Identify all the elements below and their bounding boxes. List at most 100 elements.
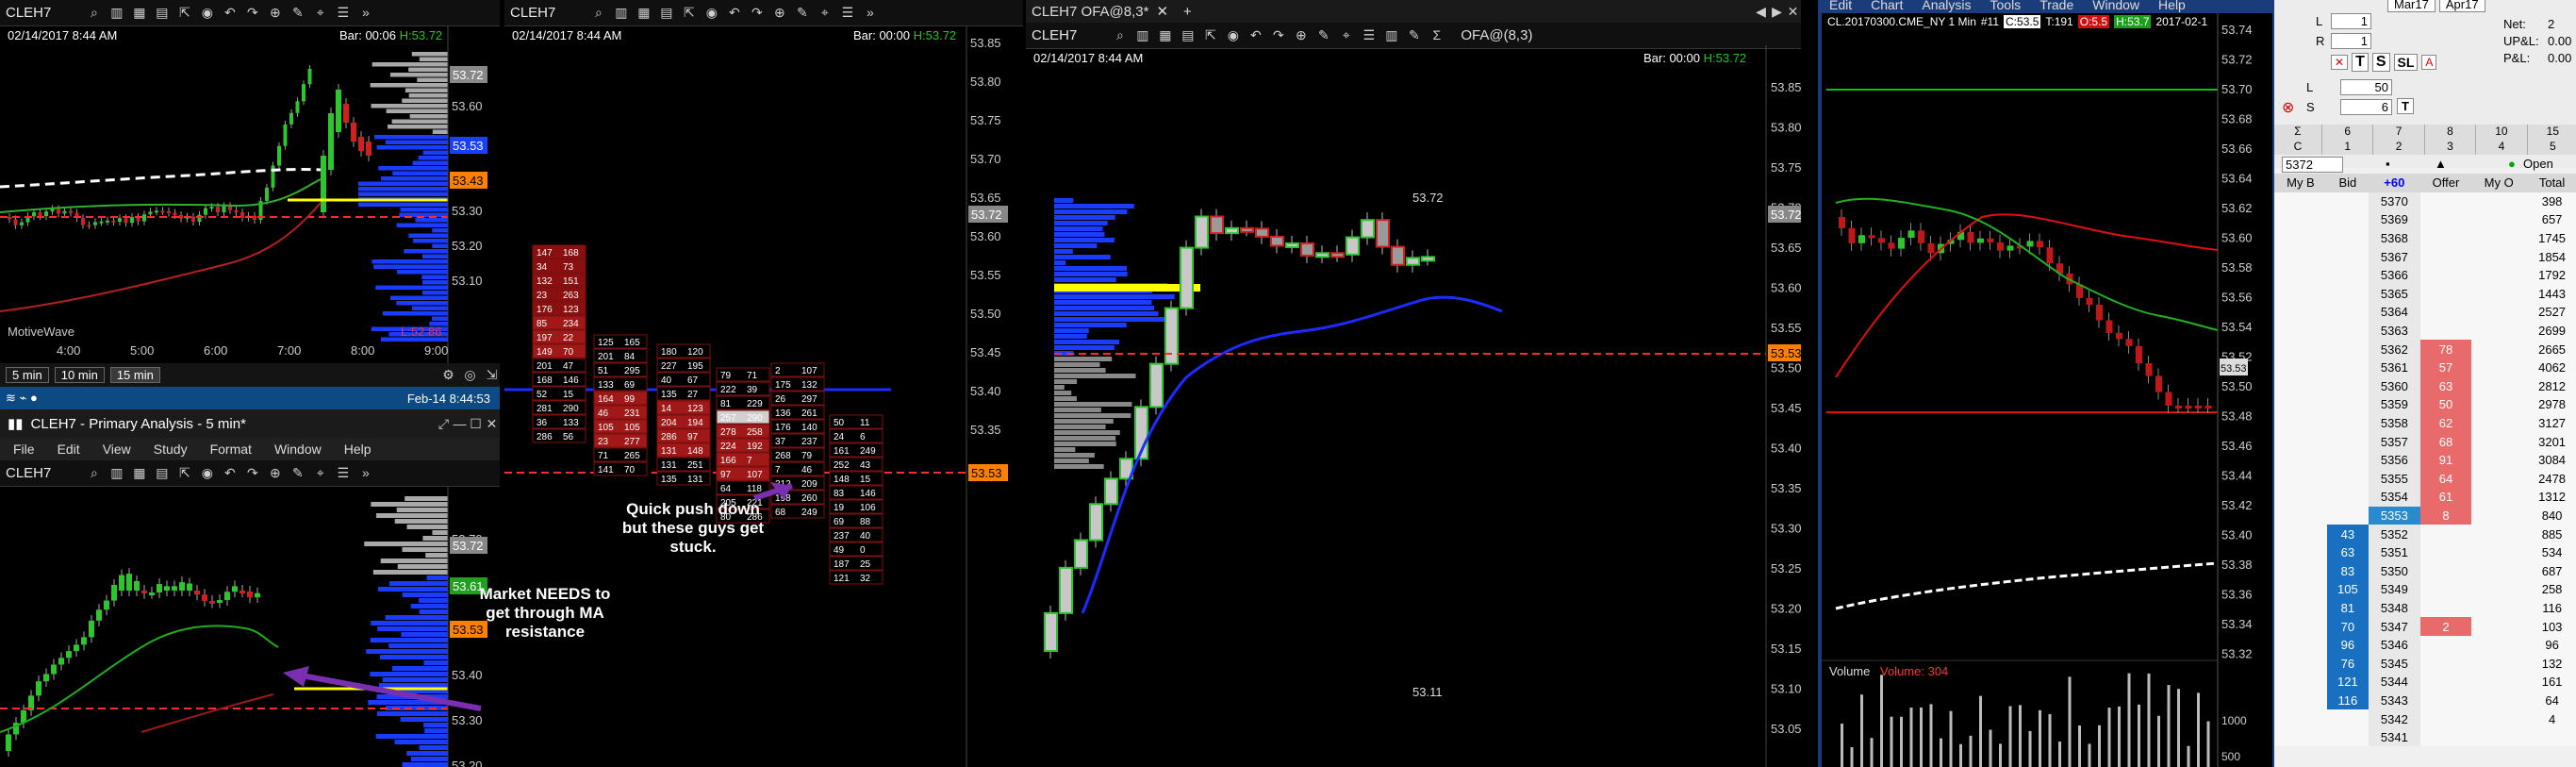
offer-cell[interactable]: 50 [2419,395,2472,414]
my-offer-cell[interactable] [2471,598,2527,618]
table-row[interactable]: 70 5347 2 103 [2274,617,2576,636]
table-row[interactable]: 63 5351 534 [2274,542,2576,562]
my-bid-cell[interactable] [2274,413,2327,433]
offer-cell[interactable] [2419,228,2472,248]
minimize-icon[interactable]: — [452,416,468,432]
my-offer-cell[interactable] [2471,617,2527,636]
offer-cell[interactable]: 63 [2419,376,2472,396]
layout-icon[interactable]: ▤ [154,465,170,481]
total-cell[interactable] [2526,727,2576,747]
my-bid-cell[interactable] [2274,265,2327,285]
bid-cell[interactable]: 116 [2326,691,2369,710]
zoom-icon[interactable]: ⊕ [267,465,283,481]
ofa-chart[interactable]: 53.8553.8053.7553.7053.6553.6053.5553.50… [1026,0,1801,767]
price-cell[interactable]: 5352 [2368,525,2420,543]
bid-cell[interactable] [2326,413,2369,433]
price-cell[interactable]: 5344 [2368,673,2420,692]
total-cell[interactable]: 2812 [2526,376,2576,396]
my-offer-cell[interactable] [2471,469,2527,489]
price-cell[interactable]: 5350 [2368,561,2420,581]
my-offer-cell[interactable] [2471,709,2527,728]
bid-cell[interactable] [2326,450,2369,470]
price-cell[interactable]: 5363 [2368,321,2420,341]
table-row[interactable]: 5368 1745 [2274,228,2576,248]
bid-cell[interactable] [2326,340,2369,358]
table-row[interactable]: 83 5350 687 [2274,561,2576,581]
table-row[interactable]: 5342 4 [2274,709,2576,728]
offer-cell[interactable]: 2 [2419,617,2472,636]
c-qty[interactable]: 4 [2475,140,2526,155]
total-cell[interactable]: 161 [2526,673,2576,692]
interval-10min[interactable]: 10 min [54,367,105,383]
total-cell[interactable]: 258 [2526,580,2576,599]
total-cell[interactable]: 534 [2526,542,2576,562]
flatten-icon[interactable]: ⊗ [2282,98,2294,117]
table-row[interactable]: 5364 2527 [2274,303,2576,322]
total-cell[interactable]: 103 [2526,617,2576,636]
bid-cell[interactable]: 76 [2326,654,2369,674]
my-bid-cell[interactable] [2274,210,2327,229]
my-bid-cell[interactable] [2274,542,2327,562]
table-row[interactable]: 76 5345 132 [2274,654,2576,674]
my-offer-cell[interactable] [2471,265,2527,285]
offer-cell[interactable] [2419,247,2472,266]
menu-file[interactable]: File [13,442,35,457]
table-row[interactable]: 5354 61 1312 [2274,488,2576,507]
my-offer-cell[interactable] [2471,673,2527,692]
total-cell[interactable]: 1443 [2526,284,2576,304]
price-cell[interactable]: 5355 [2368,469,2420,489]
my-bid-cell[interactable] [2274,395,2327,414]
table-row[interactable]: 5362 78 2665 [2274,340,2576,358]
total-cell[interactable]: 1745 [2526,228,2576,248]
my-offer-cell[interactable] [2471,506,2527,525]
total-cell[interactable]: 1854 [2526,247,2576,266]
c-qty[interactable]: 2 [2372,140,2423,155]
bid-cell[interactable]: 70 [2326,617,2369,636]
symbol-selector-3[interactable]: CLEH7 [6,465,51,481]
my-bid-cell[interactable] [2274,673,2327,692]
table-row[interactable]: 5360 63 2812 [2274,376,2576,396]
my-bid-cell[interactable] [2274,192,2327,211]
price-cell[interactable]: 5346 [2368,635,2420,655]
my-offer-cell[interactable] [2471,635,2527,655]
total-cell[interactable]: 1312 [2526,488,2576,507]
offer-cell[interactable] [2419,654,2472,674]
total-cell[interactable]: 4062 [2526,358,2576,377]
bid-cell[interactable]: 81 [2326,598,2369,618]
table-row[interactable]: 5361 57 4062 [2274,358,2576,377]
bid-cell[interactable] [2326,469,2369,489]
price-cell[interactable]: 5359 [2368,395,2420,414]
price-chart[interactable]: 53.7053.6053.5053.4053.3053.2053.10 53.7… [0,0,500,387]
price-cell[interactable]: 5361 [2368,358,2420,377]
grid-icon[interactable]: ▦ [131,465,147,481]
total-cell[interactable]: 840 [2526,506,2576,525]
my-offer-cell[interactable] [2471,192,2527,211]
my-bid-cell[interactable] [2274,561,2327,581]
total-cell[interactable]: 3084 [2526,450,2576,470]
my-offer-cell[interactable] [2471,395,2527,414]
offer-cell[interactable] [2419,561,2472,581]
bid-cell[interactable] [2326,727,2369,747]
my-bid-cell[interactable] [2274,358,2327,377]
table-row[interactable]: 105 5349 258 [2274,580,2576,599]
my-bid-cell[interactable] [2274,709,2327,728]
c-qty[interactable]: 1 [2321,140,2372,155]
c-qty[interactable]: 3 [2423,140,2475,155]
table-row[interactable]: 116 5343 64 [2274,691,2576,710]
offer-cell[interactable] [2419,210,2472,229]
settings-icon[interactable]: ⚙ [440,367,456,383]
alert-icon[interactable]: A [2421,55,2437,70]
my-offer-cell[interactable] [2471,284,2527,304]
bid-cell[interactable] [2326,432,2369,451]
total-cell[interactable]: 1792 [2526,265,2576,285]
menu-help[interactable]: Help [344,442,372,457]
total-cell[interactable]: 64 [2526,691,2576,710]
offer-cell[interactable] [2419,691,2472,710]
my-offer-cell[interactable] [2471,358,2527,377]
bid-cell[interactable] [2326,395,2369,414]
my-offer-cell[interactable] [2471,727,2527,747]
my-offer-cell[interactable] [2471,561,2527,581]
bid-cell[interactable] [2326,192,2369,211]
button-s[interactable]: S [2371,53,2390,72]
offer-cell[interactable] [2419,673,2472,692]
